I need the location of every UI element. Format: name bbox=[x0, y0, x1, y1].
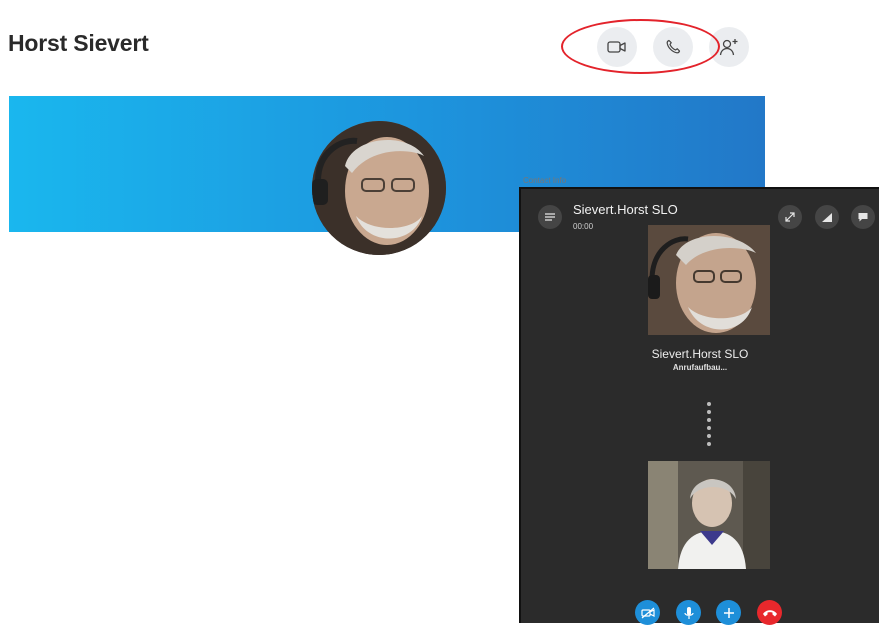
microphone-icon bbox=[683, 606, 694, 619]
chat-icon bbox=[858, 213, 868, 222]
highlight-annotation bbox=[561, 19, 720, 74]
contact-photo bbox=[312, 121, 446, 255]
hang-up-icon bbox=[762, 609, 777, 616]
hang-up-button[interactable] bbox=[757, 600, 782, 625]
plus-icon bbox=[723, 607, 734, 618]
self-photo bbox=[648, 461, 770, 569]
contact-avatar bbox=[312, 121, 446, 255]
call-window: Sievert.Horst SLO 00:00 Sievert.Horst SL… bbox=[519, 187, 879, 625]
expand-icon bbox=[785, 212, 795, 222]
menu-icon bbox=[545, 213, 555, 221]
expand-button[interactable] bbox=[778, 205, 802, 229]
chat-button[interactable] bbox=[851, 205, 875, 229]
contact-name: Horst Sievert bbox=[8, 30, 149, 56]
remote-photo bbox=[648, 225, 770, 335]
video-toggle-button[interactable] bbox=[635, 600, 660, 625]
call-quality-button[interactable] bbox=[815, 205, 839, 229]
mute-button[interactable] bbox=[676, 600, 701, 625]
add-person-icon bbox=[719, 39, 738, 56]
video-off-icon bbox=[640, 607, 655, 618]
call-timer: 00:00 bbox=[573, 222, 594, 231]
signal-icon bbox=[822, 213, 832, 222]
call-status: Anrufaufbau... bbox=[672, 363, 728, 372]
remote-video-thumbnail bbox=[648, 225, 770, 335]
connecting-indicator bbox=[707, 402, 711, 454]
add-participant-button[interactable] bbox=[716, 600, 741, 625]
menu-button[interactable] bbox=[538, 205, 562, 229]
call-title: Sievert.Horst SLO bbox=[573, 202, 678, 217]
self-video-preview bbox=[648, 461, 770, 569]
hidden-section-text: Contact Info bbox=[523, 176, 567, 185]
remote-participant-name: Sievert.Horst SLO bbox=[651, 347, 749, 361]
